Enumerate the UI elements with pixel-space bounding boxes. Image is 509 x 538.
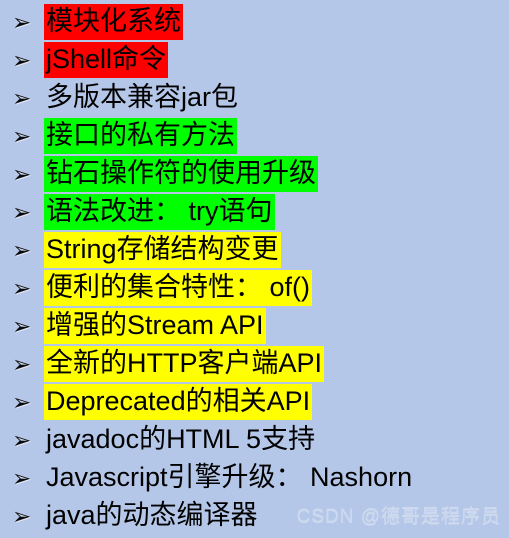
list-item-label: 接口的私有方法 (44, 118, 237, 154)
arrowhead-bullet-icon: ➢ (12, 200, 32, 226)
list-item-label: jShell命令 (44, 42, 169, 78)
arrowhead-bullet-icon: ➢ (12, 48, 32, 74)
arrowhead-bullet-icon: ➢ (12, 276, 32, 302)
list-item: ➢ 钻石操作符的使用升级 (0, 156, 509, 194)
list-item: ➢ String存储结构变更 (0, 232, 509, 270)
list-item-label: String存储结构变更 (44, 232, 281, 268)
arrowhead-bullet-icon: ➢ (12, 466, 32, 492)
csdn-watermark: CSDN @德哥是程序员 (296, 506, 501, 527)
arrowhead-bullet-icon: ➢ (12, 504, 32, 530)
list-item-label: Deprecated的相关API (44, 384, 313, 420)
arrowhead-bullet-icon: ➢ (12, 238, 32, 264)
arrowhead-bullet-icon: ➢ (12, 352, 32, 378)
list-item: ➢ 多版本兼容jar包 (0, 80, 509, 118)
arrowhead-bullet-icon: ➢ (12, 124, 32, 150)
arrowhead-bullet-icon: ➢ (12, 162, 32, 188)
list-item: ➢ 便利的集合特性： of() (0, 270, 509, 308)
list-item-label: 多版本兼容jar包 (46, 82, 239, 112)
list-item: ➢ Javascript引擎升级： Nashorn (0, 460, 509, 498)
feature-bullet-list: ➢ 模块化系统 ➢ jShell命令 ➢ 多版本兼容jar包 ➢ 接口的私有方法 ➢ 钻石操作符的… (0, 4, 509, 536)
slide-canvas: ➢ 模块化系统 ➢ jShell命令 ➢ 多版本兼容jar包 ➢ 接口的私有方法 ➢ 钻石操作符的… (0, 0, 509, 538)
list-item: ➢ 全新的HTTP客户端API (0, 346, 509, 384)
arrowhead-bullet-icon: ➢ (12, 10, 32, 36)
list-item: ➢ 接口的私有方法 (0, 118, 509, 156)
list-item: ➢ 模块化系统 (0, 4, 509, 42)
list-item-label: 钻石操作符的使用升级 (44, 156, 318, 192)
list-item-label: javadoc的HTML 5支持 (46, 424, 316, 454)
list-item-label: 语法改进： try语句 (44, 194, 275, 230)
list-item-label: java的动态编译器 (46, 500, 258, 530)
list-item: ➢ 增强的Stream API (0, 308, 509, 346)
list-item: ➢ Deprecated的相关API (0, 384, 509, 422)
list-item-label: 便利的集合特性： of() (44, 270, 313, 306)
list-item-label: 模块化系统 (44, 4, 183, 40)
list-item: ➢ jShell命令 (0, 42, 509, 80)
list-item: ➢ javadoc的HTML 5支持 (0, 422, 509, 460)
list-item-label: 全新的HTTP客户端API (44, 346, 325, 382)
list-item-label: Javascript引擎升级： Nashorn (46, 462, 413, 492)
arrowhead-bullet-icon: ➢ (12, 314, 32, 340)
list-item-label: 增强的Stream API (44, 308, 266, 344)
list-item: ➢ 语法改进： try语句 (0, 194, 509, 232)
arrowhead-bullet-icon: ➢ (12, 428, 32, 454)
arrowhead-bullet-icon: ➢ (12, 390, 32, 416)
arrowhead-bullet-icon: ➢ (12, 86, 32, 112)
